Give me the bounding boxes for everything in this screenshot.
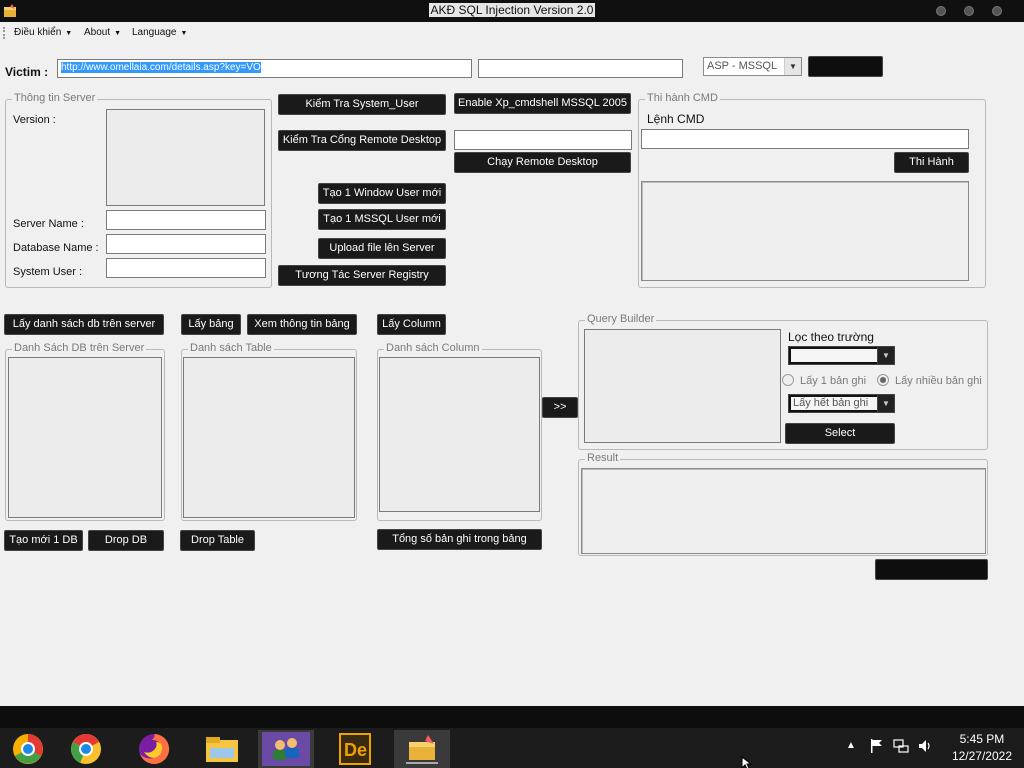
taskbar: De ▲ 5:45 PM 12/27/2022 — [0, 728, 1024, 768]
upload-file-button[interactable]: Upload file lên Server — [318, 238, 446, 259]
get-many-records-label: Lấy nhiều bản ghi — [895, 375, 982, 387]
cmd-legend: Thi hành CMD — [645, 92, 720, 104]
database-name-field[interactable] — [106, 234, 266, 254]
result-legend: Result — [585, 452, 621, 464]
create-windows-user-button[interactable]: Tạo 1 Window User mới — [318, 183, 446, 204]
view-table-info-button[interactable]: Xem thông tin bảng — [247, 314, 357, 335]
chrome-canary-icon[interactable] — [0, 730, 56, 768]
create-mssql-user-button[interactable]: Tạo 1 MSSQL User mới — [318, 209, 446, 230]
system-user-label: System User : — [13, 266, 83, 278]
svg-text:De: De — [344, 740, 367, 760]
column-listbox[interactable] — [379, 357, 540, 512]
drop-table-button[interactable]: Drop Table — [180, 530, 255, 551]
chevron-down-icon: ▼ — [877, 395, 894, 412]
file-explorer-icon[interactable] — [194, 730, 250, 768]
clock-date: 12/27/2022 — [951, 749, 1012, 763]
server-registry-button[interactable]: Tương Tác Server Registry — [278, 265, 446, 286]
total-records-button[interactable]: Tổng số bản ghi trong bảng — [377, 529, 542, 550]
create-db-button[interactable]: Tạo mới 1 DB — [4, 530, 83, 551]
get-columns-button[interactable]: Lấy Column — [377, 314, 446, 335]
menu-language[interactable]: Language ▼ — [132, 27, 187, 38]
flag-icon[interactable] — [870, 738, 884, 757]
close-button[interactable] — [992, 6, 1002, 16]
sql-injection-app-icon[interactable] — [394, 730, 450, 768]
enable-xp-cmdshell-button[interactable]: Enable Xp_cmdshell MSSQL 2005 — [454, 93, 631, 114]
filter-field-label: Lọc theo trường — [788, 330, 874, 344]
db-listbox[interactable] — [8, 357, 162, 518]
filter-field-value — [791, 349, 877, 362]
users-icon[interactable] — [258, 730, 314, 768]
window-title: AKĐ SQL Injection Version 2.0 — [428, 3, 596, 17]
victim-extra-input[interactable] — [478, 59, 683, 78]
server-info-legend: Thông tin Server — [12, 92, 98, 104]
chevron-down-icon: ▼ — [784, 58, 801, 75]
execute-cmd-button[interactable]: Thi Hành — [894, 152, 969, 173]
cmd-output-box[interactable] — [641, 181, 969, 281]
menu-bar: Điều khiển ▼ About ▼ Language ▼ — [0, 22, 1024, 44]
server-name-field[interactable] — [106, 210, 266, 230]
get-one-record-radio[interactable] — [782, 374, 794, 386]
run-remote-desktop-button[interactable]: Chạy Remote Desktop — [454, 152, 631, 173]
cmd-label: Lệnh CMD — [647, 112, 705, 126]
show-hidden-icons-icon[interactable]: ▲ — [846, 740, 856, 751]
chevron-down-icon: ▼ — [877, 347, 894, 364]
db-type-select[interactable]: ASP - MSSQL ▼ — [703, 57, 802, 76]
get-db-list-button[interactable]: Lấy danh sách db trên server — [4, 314, 164, 335]
result-box[interactable] — [581, 468, 986, 554]
get-tables-button[interactable]: Lấy bảng — [181, 314, 241, 335]
menu-dieu-khien[interactable]: Điều khiển ▼ — [14, 27, 72, 38]
query-fields-box[interactable] — [584, 329, 781, 443]
inject-button[interactable] — [808, 56, 883, 77]
server-name-label: Server Name : — [13, 218, 84, 230]
version-textbox[interactable] — [106, 109, 265, 206]
title-bar: AKĐ SQL Injection Version 2.0 — [0, 0, 1024, 22]
select-button[interactable]: Select — [785, 423, 895, 444]
move-to-query-button[interactable]: >> — [542, 397, 578, 418]
record-mode-select[interactable]: Lấy hết bản ghi ▼ — [788, 394, 895, 413]
version-label: Version : — [13, 114, 56, 126]
drop-db-button[interactable]: Drop DB — [88, 530, 164, 551]
database-name-label: Database Name : — [13, 242, 99, 254]
menu-about[interactable]: About ▼ — [84, 27, 121, 38]
victim-label: Victim : — [5, 65, 49, 79]
volume-icon[interactable] — [917, 738, 933, 757]
minimize-button[interactable] — [936, 6, 946, 16]
system-user-field[interactable] — [106, 258, 266, 278]
chrome-icon[interactable] — [58, 730, 114, 768]
firefox-icon[interactable] — [126, 730, 182, 768]
system-clock[interactable]: 5:45 PM 12/27/2022 — [952, 732, 1012, 763]
dreamweaver-icon[interactable]: De — [326, 730, 382, 768]
cmd-input[interactable] — [641, 129, 969, 149]
check-system-user-button[interactable]: Kiểm Tra System_User — [278, 94, 446, 115]
menu-grip — [3, 27, 5, 39]
network-icon[interactable] — [893, 738, 909, 757]
filter-field-select[interactable]: ▼ — [788, 346, 895, 365]
get-one-record-label: Lấy 1 bản ghi — [800, 375, 867, 387]
get-many-records-radio[interactable] — [877, 374, 889, 386]
status-bar — [0, 706, 1024, 728]
table-list-legend: Danh sách Table — [188, 342, 274, 354]
db-list-legend: Danh Sách DB trên Server — [12, 342, 147, 354]
query-builder-legend: Query Builder — [585, 313, 657, 325]
check-remote-desktop-port-button[interactable]: Kiểm Tra Cổng Remote Desktop — [278, 130, 446, 151]
maximize-button[interactable] — [964, 6, 974, 16]
clock-time: 5:45 PM — [959, 732, 1005, 746]
mouse-cursor-icon — [741, 756, 753, 768]
column-list-legend: Danh sách Column — [384, 342, 482, 354]
result-action-button[interactable] — [875, 559, 988, 580]
remote-desktop-port-field[interactable] — [454, 130, 632, 150]
record-mode-value: Lấy hết bản ghi — [791, 397, 877, 410]
victim-url-input[interactable]: http://www.omellaia.com/details.asp?key=… — [57, 59, 472, 78]
table-listbox[interactable] — [183, 357, 355, 518]
